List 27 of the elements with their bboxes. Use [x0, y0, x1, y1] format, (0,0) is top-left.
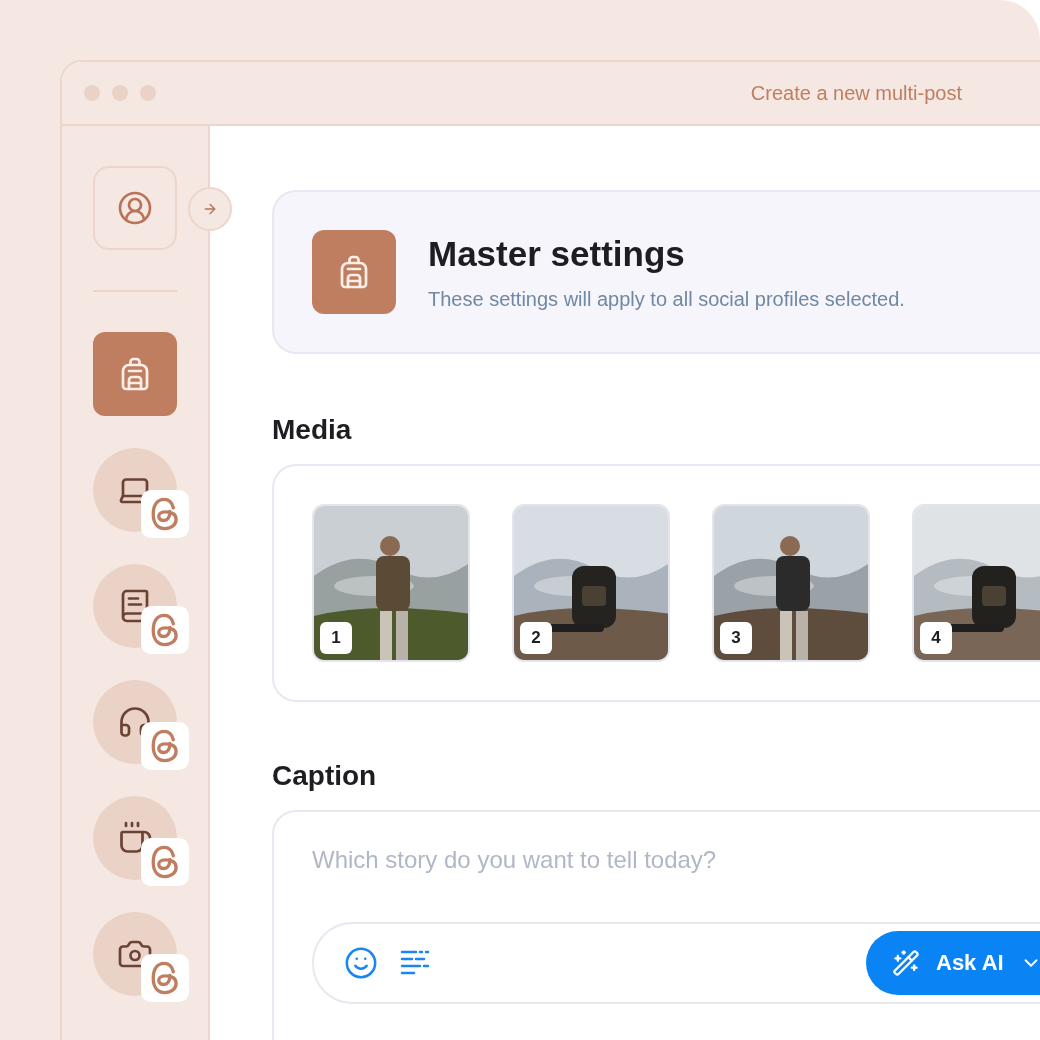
arrow-right-icon — [202, 201, 218, 217]
profile-button[interactable] — [93, 166, 177, 250]
text-lines-icon — [400, 950, 430, 976]
smile-icon — [344, 946, 378, 980]
window-dot[interactable] — [140, 85, 156, 101]
order-number: 1 — [320, 622, 352, 654]
window-dot[interactable] — [84, 85, 100, 101]
magic-wand-icon — [892, 949, 920, 977]
ask-ai-button[interactable]: Ask AI — [866, 931, 1040, 995]
media-thumbnail[interactable]: 1 — [312, 504, 470, 662]
media-thumbnail[interactable]: 4 — [912, 504, 1040, 662]
order-number: 4 — [920, 622, 952, 654]
card-subtitle: These settings will apply to all social profiles selected. — [428, 287, 905, 311]
order-number: 3 — [720, 622, 752, 654]
card-title: Master settings — [428, 233, 686, 274]
window-title: Create a new multi-post — [750, 81, 962, 105]
emoji-button[interactable] — [344, 946, 378, 980]
format-button[interactable] — [400, 950, 430, 976]
media-thumbnail[interactable]: 2 — [512, 504, 670, 662]
section-heading: Caption — [272, 760, 378, 792]
section-heading: Media — [272, 414, 353, 446]
order-number: 2 — [520, 622, 552, 654]
media-thumbnail[interactable]: 3 — [712, 504, 870, 662]
caption-field[interactable]: Which story do you want to tell today? — [312, 846, 1040, 874]
window-dot[interactable] — [112, 85, 128, 101]
mug-icon — [117, 820, 153, 856]
user-icon — [117, 190, 153, 226]
